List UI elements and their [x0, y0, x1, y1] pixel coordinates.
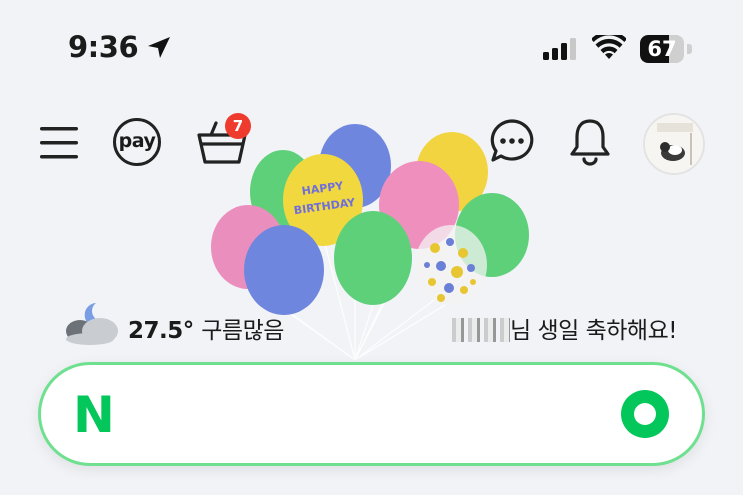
weather-summary: 27.5° 구름많음 — [128, 311, 284, 345]
greendot-icon[interactable] — [621, 390, 669, 438]
location-arrow-icon — [148, 37, 170, 58]
hamburger-menu-icon[interactable] — [40, 125, 80, 161]
birthday-greeting: 님 생일 축하해요! — [452, 311, 677, 345]
bell-icon[interactable] — [568, 116, 612, 166]
search-bar[interactable]: N — [38, 362, 705, 466]
avatar-image — [645, 115, 703, 173]
pay-button[interactable]: pay — [113, 118, 161, 166]
naver-logo[interactable]: N — [73, 387, 115, 443]
cloudy-night-icon — [66, 303, 118, 345]
name-redaction — [452, 318, 510, 342]
greeting-text: 님 생일 축하해요! — [510, 318, 677, 344]
battery-icon: 67 — [640, 35, 692, 63]
wifi-icon — [592, 35, 626, 59]
search-input[interactable] — [151, 389, 595, 441]
profile-avatar[interactable] — [643, 113, 705, 175]
weather-condition: 구름많음 — [201, 318, 284, 344]
cellular-signal-icon — [543, 38, 576, 60]
weather-temperature: 27.5° — [128, 318, 194, 344]
battery-percent: 67 — [647, 37, 677, 61]
status-time: 9:36 — [68, 30, 139, 64]
